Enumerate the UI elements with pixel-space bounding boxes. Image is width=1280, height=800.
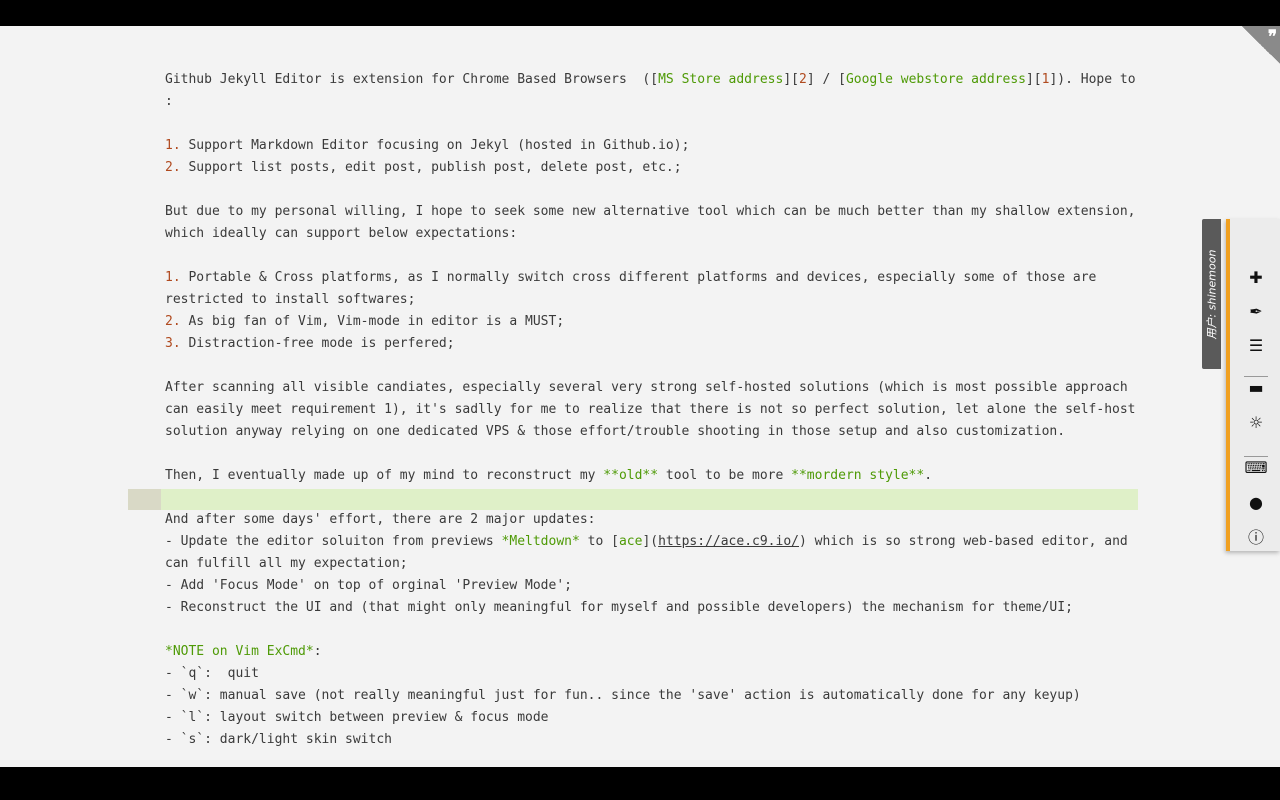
line-text: - `q`: quit — [165, 666, 259, 681]
info-icon[interactable]: ⓘ — [1244, 524, 1268, 548]
line-text: 2. — [165, 160, 181, 175]
line-text: 1. — [165, 270, 181, 285]
editor-line[interactable] — [165, 619, 1130, 641]
editor-line[interactable]: Github Jekyll Editor is extension for Ch… — [165, 69, 1136, 91]
line-text: Then, I eventually made up of my mind to… — [165, 468, 604, 483]
line-text: ]( — [642, 534, 659, 549]
editor-page: ❞ Github Jekyll Editor is extension for … — [0, 26, 1280, 767]
line-text: which ideally can support below expectat… — [165, 226, 518, 241]
line-text: - `w`: manual save (not really meaningfu… — [165, 688, 1081, 703]
line-text: can fulfill all my expectation; — [165, 556, 408, 571]
active-line-gutter — [128, 489, 161, 510]
user-tab[interactable]: 用户: shinemoon — [1202, 219, 1221, 369]
editor-line[interactable]: - `l`: layout switch between preview & f… — [165, 707, 1130, 729]
editor-line[interactable]: restricted to install softwares; — [165, 289, 1130, 311]
list-icon[interactable]: ☰ — [1244, 333, 1268, 357]
line-text: 2 — [798, 72, 807, 87]
link-text: MS Store address — [658, 72, 784, 87]
line-text: solution anyway relying on one dedicated… — [165, 424, 1066, 439]
line-text: ] / [ — [806, 72, 846, 87]
editor-line[interactable]: 2. As big fan of Vim, Vim-mode in editor… — [165, 311, 1130, 333]
editor-line[interactable]: 1. Support Markdown Editor focusing on J… — [165, 135, 1130, 157]
editor-line[interactable]: which ideally can support below expectat… — [165, 223, 1130, 245]
editor-line[interactable]: - `q`: quit — [165, 663, 1130, 685]
line-text: **mordern style** — [791, 468, 925, 483]
line-text: **old** — [603, 468, 659, 483]
editor-line[interactable] — [165, 355, 1130, 377]
line-text: ]). Hope to — [1049, 72, 1136, 87]
editor-line[interactable]: 1. Portable & Cross platforms, as I norm… — [165, 267, 1130, 289]
sun-icon[interactable]: ☼ — [1244, 410, 1268, 434]
link-text: ace — [618, 534, 643, 549]
line-text: And after some days' effort, there are 2… — [165, 512, 596, 527]
editor-line[interactable]: And after some days' effort, there are 2… — [165, 509, 1130, 531]
line-text: *NOTE on Vim ExCmd* — [165, 644, 314, 659]
line-text: Github Jekyll Editor is extension for Ch… — [165, 72, 659, 87]
editor-line[interactable]: - `w`: manual save (not really meaningfu… — [165, 685, 1130, 707]
line-text: ) which is so strong web-based editor, a… — [799, 534, 1128, 549]
line-text: 3. — [165, 336, 181, 351]
editor-line[interactable]: After scanning all visible candiates, es… — [165, 377, 1130, 399]
line-text: : — [165, 94, 173, 109]
line-text: 1. — [165, 138, 181, 153]
markdown-editor[interactable]: Github Jekyll Editor is extension for Ch… — [165, 69, 1136, 751]
url-text: https://ace.c9.io/ — [658, 534, 799, 549]
editor-line[interactable]: 2. Support list posts, edit post, publis… — [165, 157, 1130, 179]
line-text: . — [924, 468, 933, 483]
add-icon[interactable]: ✚ — [1244, 265, 1268, 289]
editor-line[interactable] — [165, 113, 1130, 135]
line-text: - Update the editor soluiton from previe… — [165, 534, 502, 549]
editor-line[interactable]: can fulfill all my expectation; — [165, 553, 1130, 575]
top-bar — [0, 0, 1280, 26]
line-text: can easily meet requirement 1), it's sad… — [165, 402, 1136, 417]
line-text: ][ — [783, 72, 799, 87]
editor-line[interactable]: 3. Distraction-free mode is perfered; — [165, 333, 1130, 355]
line-text: Support Markdown Editor focusing on Jeky… — [180, 138, 690, 153]
editor-line[interactable] — [165, 245, 1130, 267]
line-text: ][ — [1025, 72, 1042, 87]
line-text: to [ — [579, 534, 619, 549]
editor-line[interactable]: *NOTE on Vim ExCmd*: — [165, 641, 1130, 663]
editor-line[interactable] — [165, 487, 1130, 509]
line-text: As big fan of Vim, Vim-mode in editor is… — [180, 314, 565, 329]
line-text: *Meltdown* — [501, 534, 580, 549]
line-text: - `l`: layout switch between preview & f… — [165, 710, 549, 725]
editor-line[interactable]: - Update the editor soluiton from previe… — [165, 531, 1130, 553]
link-text: Google webstore address — [845, 72, 1026, 87]
editor-line[interactable]: : — [165, 91, 1130, 113]
user-label: 用户: shinemoon — [1205, 249, 1219, 340]
line-text: tool to be more — [658, 468, 792, 483]
line-text: Distraction-free mode is perfered; — [180, 336, 455, 351]
paint-roller-icon[interactable]: ▬ — [1244, 375, 1268, 399]
line-text: But due to my personal willing, I hope t… — [165, 204, 1136, 219]
corner-tab[interactable]: ❞ — [1242, 26, 1280, 64]
editor-line[interactable]: - `s`: dark/light skin switch — [165, 729, 1130, 751]
line-text: Support list posts, edit post, publish p… — [180, 160, 682, 175]
line-text: 2. — [165, 314, 181, 329]
editor-line[interactable]: can easily meet requirement 1), it's sad… — [165, 399, 1136, 421]
editor-line[interactable]: solution anyway relying on one dedicated… — [165, 421, 1130, 443]
side-toolbar: ✚ ✒ ☰ ▬ ☼ ⌨ ● ⓘ — [1226, 219, 1280, 551]
line-text: : — [313, 644, 322, 659]
editor-line[interactable] — [165, 443, 1130, 465]
pen-icon[interactable]: ✒ — [1244, 299, 1268, 323]
editor-line[interactable]: But due to my personal willing, I hope t… — [165, 201, 1136, 223]
bottom-bar — [0, 767, 1280, 800]
line-text: - `s`: dark/light skin switch — [165, 732, 392, 747]
quote-icon: ❞ — [1267, 27, 1277, 47]
keyboard-icon[interactable]: ⌨ — [1244, 455, 1268, 479]
line-text: - Add 'Focus Mode' on top of orginal 'Pr… — [165, 578, 572, 593]
editor-line[interactable]: Then, I eventually made up of my mind to… — [165, 465, 1130, 487]
line-text: Portable & Cross platforms, as I normall… — [180, 270, 1097, 285]
editor-line[interactable] — [165, 179, 1130, 201]
editor-line[interactable]: - Add 'Focus Mode' on top of orginal 'Pr… — [165, 575, 1130, 597]
editor-line[interactable]: - Reconstruct the UI and (that might onl… — [165, 597, 1130, 619]
line-text: After scanning all visible candiates, es… — [165, 380, 1128, 395]
github-icon[interactable]: ● — [1244, 490, 1268, 514]
line-text: restricted to install softwares; — [165, 292, 416, 307]
line-text: - Reconstruct the UI and (that might onl… — [165, 600, 1073, 615]
